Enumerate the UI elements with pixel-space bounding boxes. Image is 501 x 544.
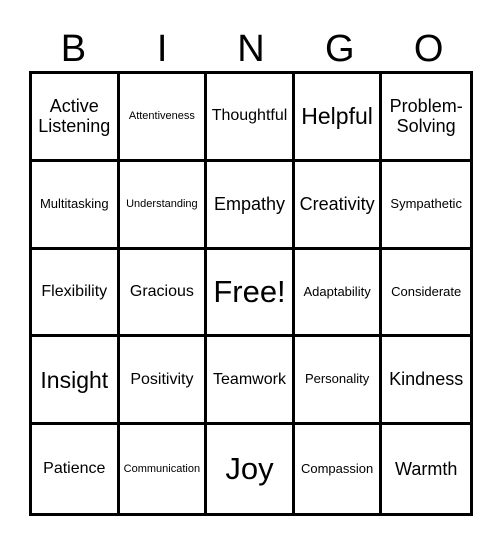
header-letter-o: O: [413, 28, 444, 70]
bingo-cell[interactable]: Understanding: [119, 161, 208, 250]
bingo-cell[interactable]: Compassion: [295, 425, 383, 513]
bingo-cell[interactable]: Problem-Solving: [382, 74, 470, 162]
bingo-cell[interactable]: Insight: [32, 337, 120, 426]
bingo-cell[interactable]: Teamwork: [207, 337, 295, 426]
bingo-cell[interactable]: Empathy: [207, 161, 295, 250]
bingo-board: Active Listening Attentiveness Thoughtfu…: [29, 71, 473, 516]
bingo-cell[interactable]: Gracious: [119, 249, 208, 338]
header-letter-n: N: [237, 28, 265, 70]
bingo-cell[interactable]: Communication: [120, 425, 208, 513]
bingo-cell[interactable]: Helpful: [294, 74, 383, 162]
bingo-cell[interactable]: Joy: [207, 425, 295, 513]
bingo-cell[interactable]: Sympathetic: [382, 162, 470, 250]
bingo-cell[interactable]: Patience: [32, 425, 120, 513]
bingo-cell[interactable]: Active Listening: [32, 74, 120, 162]
header-letter-i: I: [156, 28, 168, 70]
bingo-cell[interactable]: Considerate: [382, 250, 470, 338]
bingo-cell[interactable]: Thoughtful: [207, 74, 295, 162]
header-letter-g: G: [325, 28, 355, 70]
bingo-cell[interactable]: Warmth: [382, 425, 470, 513]
header-letter-b: B: [60, 28, 87, 70]
bingo-cell[interactable]: Multitasking: [32, 161, 120, 250]
bingo-cell[interactable]: Personality: [294, 337, 383, 426]
bingo-cell[interactable]: Creativity: [294, 161, 383, 250]
bingo-cell[interactable]: Adaptability: [294, 249, 383, 338]
free-space-cell[interactable]: Free!: [207, 249, 295, 338]
bingo-cell[interactable]: Kindness: [382, 337, 470, 426]
bingo-cell[interactable]: Attentiveness: [119, 74, 208, 162]
bingo-cell[interactable]: Flexibility: [32, 249, 120, 338]
bingo-header: B I N G O: [29, 28, 473, 70]
bingo-cell[interactable]: Positivity: [119, 337, 208, 426]
